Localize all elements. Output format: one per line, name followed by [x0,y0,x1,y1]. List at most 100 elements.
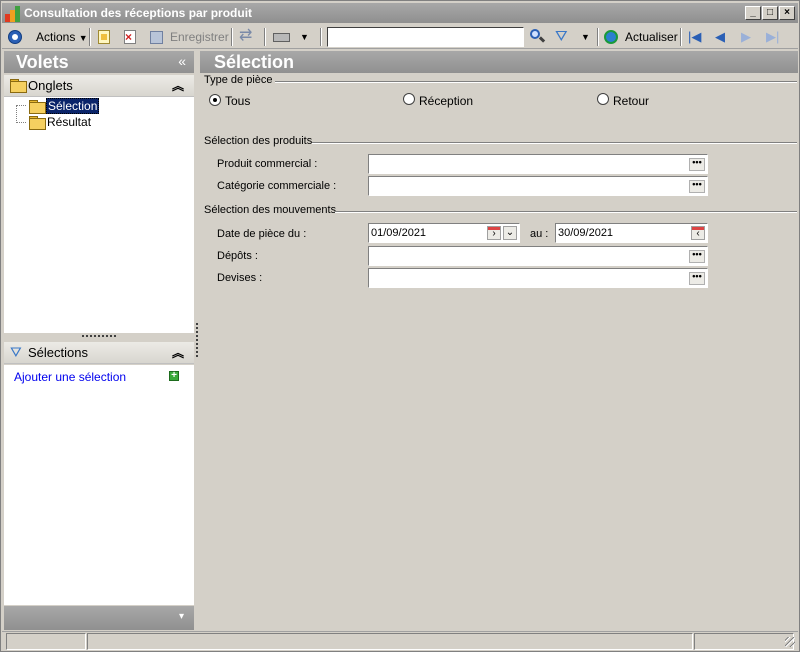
movements-group-title: Sélection des mouvements [204,204,337,216]
grip-handle [82,335,116,338]
panes-title: Volets [16,52,69,72]
refresh-label: Actualiser [625,30,678,44]
folder-open-icon [29,100,46,114]
toolbar-separator [597,28,599,46]
currencies-label: Devises : [217,272,263,284]
tree-line [16,105,26,123]
minimize-button[interactable]: _ [745,6,761,20]
refresh-icon [604,30,618,44]
actions-menu-button[interactable]: Actions ▼ [36,28,88,46]
search-icon[interactable] [529,28,547,46]
filter-icon: ⛛ [555,28,568,45]
next-record-icon[interactable]: ▶ [741,28,757,46]
window-title: Consultation des réceptions par produit [24,6,253,20]
chevron-down-icon: ▼ [581,32,590,42]
chevron-down-icon[interactable]: ⌄ [503,226,517,240]
sync-icon[interactable]: ⇄ [239,27,257,46]
toolbar-separator [264,28,266,46]
page-title: Sélection [214,52,295,72]
commercial-category-field[interactable]: ••• [368,176,708,196]
browse-button[interactable]: ••• [689,180,705,193]
radio-return-label: Retour [613,94,650,108]
new-document-icon[interactable] [97,28,113,46]
currencies-field[interactable]: ••• [368,268,708,288]
close-button[interactable]: × [779,6,795,20]
folder-icon [29,116,46,130]
commercial-category-label: Catégorie commerciale : [217,180,337,192]
group-divider [335,211,797,213]
radio-reception[interactable] [403,93,415,105]
group-divider [275,81,797,83]
tabs-section-header[interactable]: Onglets ︽ [4,75,194,97]
browse-button[interactable]: ••• [689,250,705,263]
radio-all-label: Tous [225,94,251,108]
delete-icon[interactable]: × [123,28,139,46]
title-bar[interactable]: Consultation des réceptions par produit … [2,3,798,23]
filter-icon: ⛛ [10,344,22,360]
collapse-up-icon[interactable]: ︽ [172,77,184,94]
date-to-label: au : [530,228,549,240]
save-button[interactable]: Enregistrer [150,28,229,46]
collapse-left-icon[interactable]: « [178,53,186,69]
date-from-label: Date de pièce du : [217,228,307,240]
tabs-tree: Sélection Résultat [4,97,194,333]
status-bar [2,631,798,651]
app-logo-icon [5,6,21,22]
tree-item-label: Résultat [47,115,92,129]
maximize-button[interactable]: □ [762,6,778,20]
calendar-icon[interactable]: ‹ [691,226,705,240]
calendar-icon[interactable]: › [487,226,501,240]
panes-footer: ▾ [4,606,194,630]
resize-grip-icon[interactable] [785,637,795,647]
date-from-value: 01/09/2021 [371,227,427,239]
add-selection-link[interactable]: Ajouter une sélection [14,370,126,384]
refresh-button[interactable]: Actualiser [604,28,678,46]
depots-label: Dépôts : [217,250,258,262]
add-icon[interactable]: + [169,371,179,381]
chevron-down-icon: ▼ [300,32,309,42]
vertical-splitter[interactable] [196,323,198,357]
radio-all[interactable] [209,94,221,106]
filter-button[interactable]: ⛛ ▼ [555,28,591,46]
products-group-title: Sélection des produits [204,135,313,147]
previous-record-icon[interactable]: ◀ [715,28,731,46]
toolbar: Actions ▼ × Enregistrer ⇄ ▼ ⛛ ▼ Actualis… [2,25,798,49]
horizontal-splitter[interactable] [4,333,194,341]
date-from-field[interactable]: 01/09/2021 › ⌄ [368,223,520,243]
chevron-down-icon[interactable]: ▾ [179,611,184,622]
chevron-down-icon: ▼ [78,33,88,43]
actions-label: Actions [36,30,76,44]
status-cell [6,633,86,650]
commercial-product-field[interactable]: ••• [368,154,708,174]
tree-item-selection[interactable]: Sélection [27,98,100,114]
group-divider [312,142,797,144]
date-to-field[interactable]: 30/09/2021 ‹ [555,223,708,243]
toolbar-separator [680,28,682,46]
tree-item-result[interactable]: Résultat [27,115,92,130]
panes-header: Volets « [4,51,194,73]
status-cell [87,633,693,650]
search-input[interactable] [327,27,524,47]
radio-return[interactable] [597,93,609,105]
date-to-value: 30/09/2021 [558,227,614,239]
tabs-section-title: Onglets [28,78,73,93]
selections-section-header[interactable]: ⛛ Sélections ︽ [4,342,194,364]
tree-item-label: Sélection [46,98,100,114]
print-button[interactable]: ▼ [273,28,313,46]
radio-reception-label: Réception [419,94,474,108]
commercial-product-label: Produit commercial : [217,158,318,170]
tree-line [16,105,26,106]
app-window: Consultation des réceptions par produit … [0,0,800,652]
save-label: Enregistrer [170,30,229,44]
selections-section-title: Sélections [28,345,88,360]
status-cell [694,633,794,650]
last-record-icon[interactable]: ▶| [766,28,784,46]
navigation-icon[interactable] [7,28,25,46]
first-record-icon[interactable]: |◀ [688,28,704,46]
collapse-up-icon[interactable]: ︽ [172,344,184,361]
browse-button[interactable]: ••• [689,272,705,285]
printer-icon [273,33,290,42]
browse-button[interactable]: ••• [689,158,705,171]
depots-field[interactable]: ••• [368,246,708,266]
toolbar-separator [320,28,322,46]
